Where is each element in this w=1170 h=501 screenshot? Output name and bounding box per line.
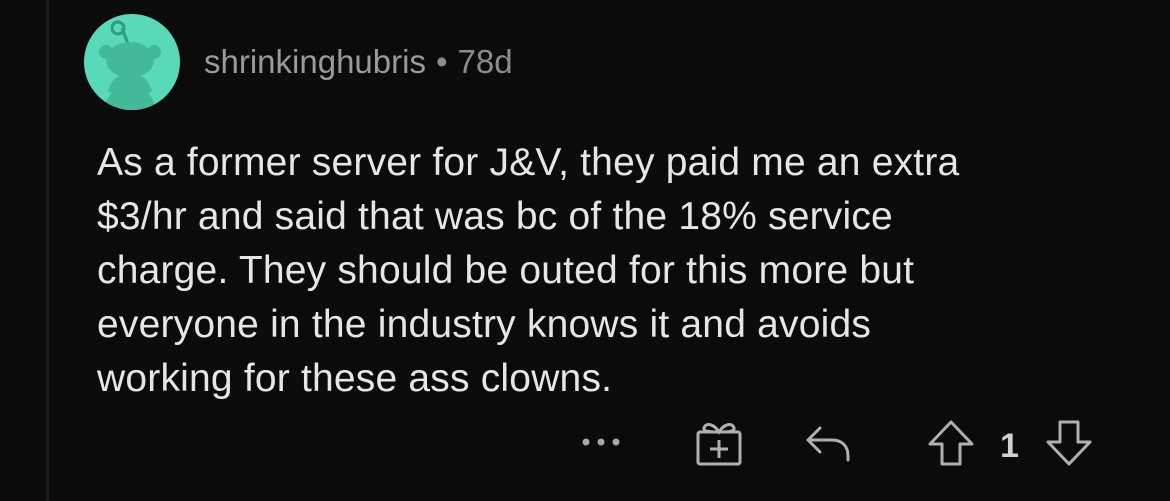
reply-icon	[806, 426, 850, 462]
upvote-icon	[928, 420, 974, 466]
vote-score: 1	[1000, 427, 1019, 465]
comment-body: As a former server for J&V, they paid me…	[97, 141, 960, 400]
comment-age: 78d	[457, 43, 513, 80]
comment-actions: 1	[0, 418, 1170, 478]
downvote-icon	[1046, 420, 1092, 466]
avatar[interactable]	[84, 14, 180, 110]
award-button[interactable]	[692, 418, 746, 468]
downvote-button[interactable]	[1044, 418, 1094, 468]
reply-button[interactable]	[802, 420, 852, 466]
username-link[interactable]: shrinkinghubris	[204, 43, 426, 80]
snoo-avatar-icon	[99, 20, 161, 110]
meta-separator: •	[435, 43, 448, 80]
upvote-button[interactable]	[926, 418, 976, 468]
ellipsis-icon	[582, 438, 620, 446]
more-options-button[interactable]	[579, 432, 623, 452]
gift-icon	[696, 423, 742, 466]
comment: shrinkinghubris • 78d As a former server f…	[0, 0, 1170, 501]
comment-meta: shrinkinghubris • 78d	[204, 40, 513, 84]
